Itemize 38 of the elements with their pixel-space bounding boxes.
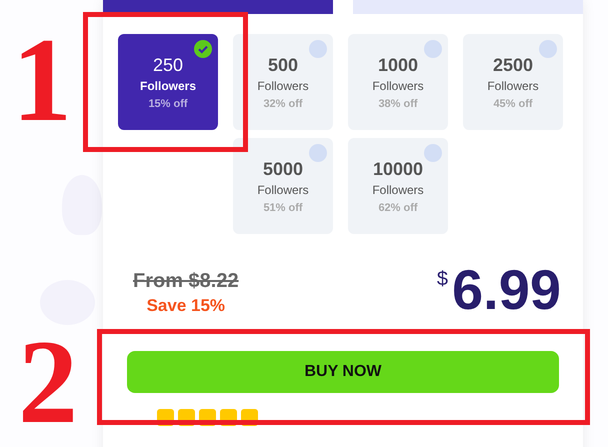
package-amount: 250 (152, 54, 184, 76)
check-icon (194, 40, 212, 58)
package-unit: Followers (257, 182, 309, 196)
radio-circle (309, 40, 327, 58)
package-option[interactable]: 2500 Followers 45% off (463, 34, 563, 130)
package-unit: Followers (372, 182, 424, 196)
package-discount: 38% off (378, 98, 418, 110)
package-unit: Followers (372, 78, 424, 92)
package-unit: Followers (487, 78, 539, 92)
package-option[interactable]: 1000 Followers 38% off (348, 34, 448, 130)
package-option[interactable]: 10000 Followers 62% off (348, 138, 448, 234)
radio-circle (424, 40, 442, 58)
package-discount: 15% off (148, 98, 188, 110)
package-discount: 51% off (263, 202, 303, 214)
radio-circle (424, 144, 442, 162)
annotation-number: 2 (18, 322, 78, 442)
old-price: From $8.22 (133, 270, 239, 293)
package-amount: 5000 (262, 158, 304, 180)
currency-symbol: $ (436, 268, 448, 291)
package-discount: 32% off (263, 98, 303, 110)
package-discount: 45% off (493, 98, 533, 110)
package-unit: Followers (257, 78, 309, 92)
package-amount: 500 (268, 54, 298, 76)
package-option[interactable]: 250 Followers 15% off (118, 34, 218, 130)
buy-now-button[interactable]: BUY NOW (127, 351, 559, 393)
price-amount: 6.99 (452, 262, 561, 318)
radio-circle (309, 144, 327, 162)
radio-circle (539, 40, 557, 58)
package-option[interactable]: 500 Followers 32% off (233, 34, 333, 130)
package-option[interactable]: 5000 Followers 51% off (233, 138, 333, 234)
package-discount: 62% off (378, 202, 418, 214)
package-amount: 1000 (378, 54, 418, 76)
package-amount: 10000 (372, 158, 424, 180)
package-amount: 2500 (492, 54, 534, 76)
savings-text: Save 15% (146, 296, 226, 316)
tab[interactable] (103, 0, 333, 14)
package-unit: Followers (140, 78, 196, 92)
annotation-number: 1 (12, 20, 72, 140)
